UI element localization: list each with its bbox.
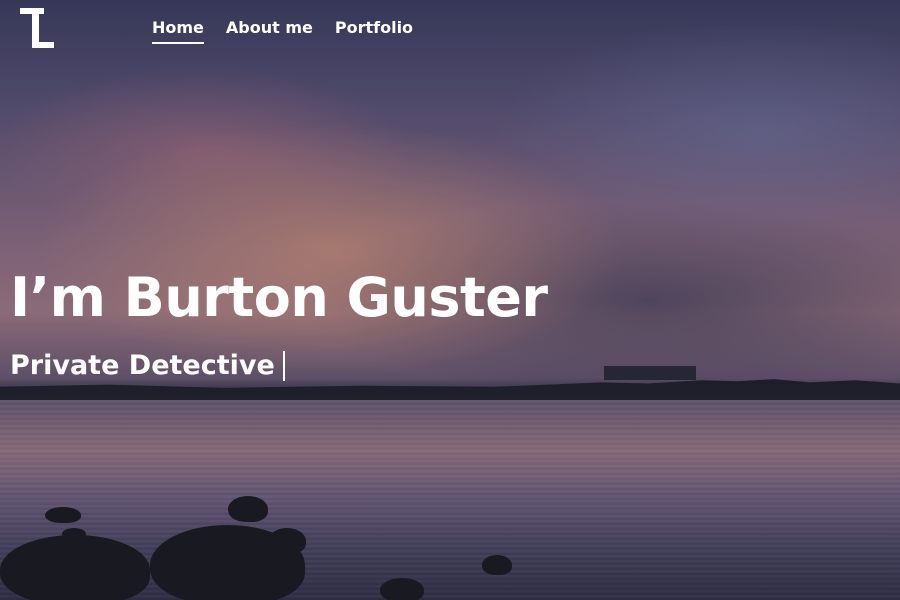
hero-headline: I’m Burton Guster [10, 266, 548, 329]
nav-link-portfolio[interactable]: Portfolio [335, 18, 413, 44]
hero-subtitle-row: Private Detective [10, 350, 285, 381]
typing-cursor [282, 350, 285, 381]
main-navigation: Home About me Portfolio [152, 18, 413, 44]
hero-subtitle: Private Detective [10, 350, 275, 381]
nav-link-home[interactable]: Home [152, 18, 204, 44]
hero-section: Home About me Portfolio I’m Burton Guste… [0, 0, 900, 600]
nav-link-about-me[interactable]: About me [226, 18, 313, 44]
tl-monogram-logo[interactable] [20, 8, 56, 48]
